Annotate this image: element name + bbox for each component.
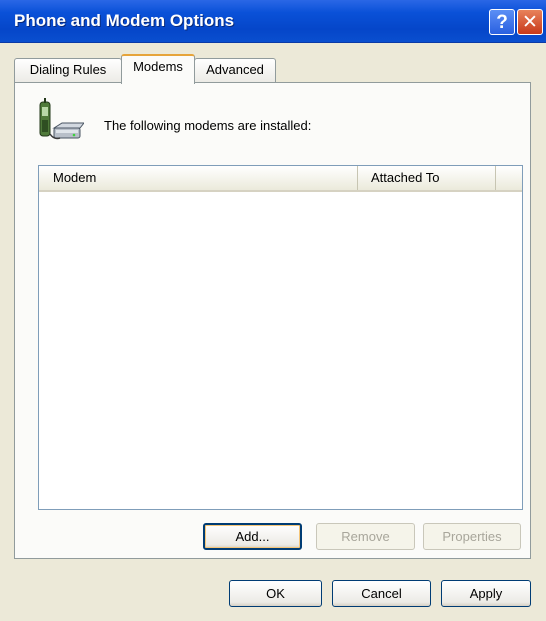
add-button[interactable]: Add... bbox=[203, 523, 302, 550]
tab-modems[interactable]: Modems bbox=[121, 54, 195, 84]
help-icon: ? bbox=[496, 12, 508, 33]
phone-and-modem-options-window: Phone and Modem Options ? ✕ Dialing Rule… bbox=[0, 0, 546, 621]
apply-button[interactable]: Apply bbox=[441, 580, 531, 607]
modems-intro-text: The following modems are installed: bbox=[104, 118, 312, 133]
title-bar[interactable]: Phone and Modem Options ? ✕ bbox=[0, 0, 546, 43]
help-button[interactable]: ? bbox=[489, 9, 515, 35]
properties-button[interactable]: Properties bbox=[423, 523, 521, 550]
window-title: Phone and Modem Options bbox=[14, 11, 235, 30]
cancel-button[interactable]: Cancel bbox=[332, 580, 431, 607]
phone-modem-icon bbox=[34, 98, 86, 144]
modems-list[interactable]: Modem Attached To bbox=[38, 165, 523, 510]
tab-advanced[interactable]: Advanced bbox=[194, 58, 276, 82]
close-button[interactable]: ✕ bbox=[517, 9, 543, 35]
tab-dialing-rules[interactable]: Dialing Rules bbox=[14, 58, 122, 82]
column-header-modem[interactable]: Modem bbox=[39, 166, 358, 190]
ok-button[interactable]: OK bbox=[229, 580, 322, 607]
close-icon: ✕ bbox=[522, 12, 538, 33]
remove-button[interactable]: Remove bbox=[316, 523, 415, 550]
column-header-attached-to[interactable]: Attached To bbox=[358, 166, 496, 190]
list-header: Modem Attached To bbox=[39, 166, 522, 192]
